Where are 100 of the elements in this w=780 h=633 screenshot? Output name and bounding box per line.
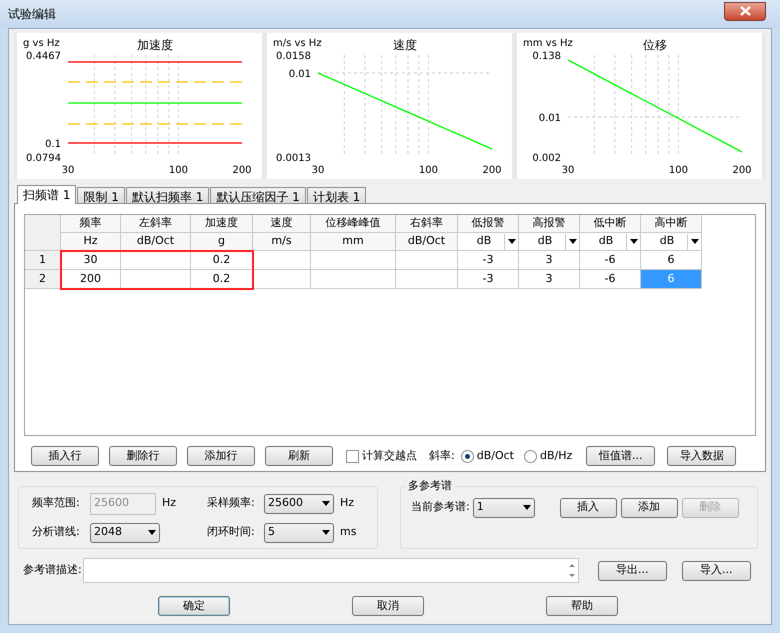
row-header[interactable]: 2 xyxy=(25,270,61,289)
unit-dropdown[interactable]: dB xyxy=(519,233,580,251)
close-button[interactable] xyxy=(724,2,766,20)
tick-label: 200 xyxy=(732,165,752,176)
tab[interactable]: 默认压缩因子 1 xyxy=(210,187,306,203)
button[interactable]: 导出... xyxy=(598,560,667,580)
caret-icon xyxy=(690,239,698,244)
dropdown[interactable]: 2048 xyxy=(90,522,160,542)
button[interactable]: 取消 xyxy=(352,596,424,616)
table-cell[interactable]: -3 xyxy=(458,251,519,270)
table-cell[interactable]: 6 xyxy=(641,251,702,270)
field-label: 分析谱线: xyxy=(32,524,81,540)
tab[interactable]: 计划表 1 xyxy=(306,187,366,203)
unit-dropdown[interactable]: dB xyxy=(580,233,641,251)
dropdown[interactable]: 1 xyxy=(472,498,535,518)
button[interactable]: 导入数据 xyxy=(667,446,736,466)
button[interactable]: 插入 xyxy=(560,498,617,518)
column-header: 低报警 xyxy=(458,215,519,233)
table-cell[interactable]: -3 xyxy=(458,270,519,289)
unit-label: dB/Oct xyxy=(121,233,191,251)
tick-label: 0.01 xyxy=(538,113,561,124)
checkbox-label: 计算交越点 xyxy=(362,448,417,464)
tab[interactable]: 限制 1 xyxy=(77,187,125,203)
tick-label: 100 xyxy=(168,165,188,176)
table-cell[interactable] xyxy=(253,270,311,289)
dropdown[interactable]: 5 xyxy=(264,522,334,542)
radio-label: dB/Hz xyxy=(540,448,572,464)
unit-label: dB/Oct xyxy=(396,233,458,251)
field-label: 频率范围: xyxy=(32,495,81,512)
table-cell[interactable] xyxy=(396,251,458,270)
radio-button[interactable] xyxy=(524,450,537,462)
tab[interactable]: 默认扫频率 1 xyxy=(126,187,210,203)
unit-dropdown[interactable]: dB xyxy=(641,233,702,251)
table-cell[interactable]: -6 xyxy=(580,270,641,289)
dropdown[interactable]: 25600 xyxy=(264,494,334,514)
slope-label: 斜率: xyxy=(429,448,455,464)
unit-label: g vs Hz xyxy=(23,38,60,49)
column-header: 高报警 xyxy=(519,215,580,233)
description-field[interactable] xyxy=(82,558,579,583)
unit-dropdown[interactable]: dB xyxy=(458,233,519,251)
field-label: 闭环时间: xyxy=(207,524,256,540)
table-cell[interactable]: -6 xyxy=(580,251,641,270)
table-cell[interactable]: 3 xyxy=(519,270,580,289)
chart-title: 位移 xyxy=(643,38,667,52)
unit-label: Hz xyxy=(162,495,176,512)
field-label: 当前参考谱: xyxy=(411,499,470,516)
unit-label: mm vs Hz xyxy=(523,38,573,49)
unit-value: dB xyxy=(598,233,614,250)
column-header: 加速度 xyxy=(191,215,253,233)
tick-label: 0.0794 xyxy=(26,153,61,164)
caret-icon xyxy=(322,501,330,506)
close-icon xyxy=(740,6,750,16)
unit-value: dB xyxy=(658,233,676,250)
button[interactable]: 导入... xyxy=(682,560,751,580)
radio-label: dB/Oct xyxy=(476,448,514,464)
unit-value: dB xyxy=(536,233,554,250)
unit-label: Hz xyxy=(61,233,121,251)
column-header: 速度 xyxy=(253,215,311,233)
caret-icon xyxy=(630,239,638,244)
caret-icon xyxy=(508,239,516,244)
table-cell[interactable] xyxy=(311,251,396,270)
corner-cell xyxy=(25,215,61,251)
row-header[interactable]: 1 xyxy=(25,251,61,270)
tick-label: 30 xyxy=(312,165,324,176)
button[interactable]: 添加行 xyxy=(187,446,255,466)
caret-icon xyxy=(568,239,576,244)
column-header: 频率 xyxy=(61,215,121,233)
button[interactable]: 帮助 xyxy=(546,596,618,616)
dropdown-value: 5 xyxy=(268,524,275,540)
button[interactable]: 恒值谱... xyxy=(586,446,656,466)
table-cell[interactable]: 30 xyxy=(61,251,121,270)
button[interactable]: 删除行 xyxy=(109,446,177,466)
field-label: 参考谱描述: xyxy=(23,562,82,578)
unit-label: Hz xyxy=(340,495,354,512)
button[interactable]: 刷新 xyxy=(265,446,333,466)
tick-label: 200 xyxy=(482,165,502,176)
tick-label: 0.0158 xyxy=(276,51,311,62)
caret-icon xyxy=(148,530,156,535)
table-cell[interactable] xyxy=(121,251,191,270)
table-cell[interactable]: 3 xyxy=(519,251,580,270)
tick-label: 0.4467 xyxy=(26,51,61,62)
button[interactable]: 添加 xyxy=(620,498,678,518)
button[interactable]: 插入行 xyxy=(31,446,99,466)
tick-label: 0.1 xyxy=(45,139,61,150)
tick-label: 0.138 xyxy=(532,51,561,62)
tick-label: 0.002 xyxy=(532,153,561,164)
tab[interactable]: 扫频谱 1 xyxy=(17,185,76,204)
caret-icon xyxy=(522,505,531,510)
column-header: 左斜率 xyxy=(121,215,191,233)
column-header: 位移峰峰值 xyxy=(311,215,396,233)
table-cell[interactable] xyxy=(396,270,458,289)
tick-label: 0.0013 xyxy=(276,153,311,164)
dropdown-value: 2048 xyxy=(94,524,122,540)
radio-button[interactable] xyxy=(460,450,474,462)
table-cell[interactable] xyxy=(311,270,396,289)
column-header: 右斜率 xyxy=(396,215,458,233)
checkbox[interactable] xyxy=(346,450,359,462)
button[interactable]: 确定 xyxy=(158,596,230,616)
tick-label: 30 xyxy=(562,165,574,176)
table-cell[interactable] xyxy=(253,251,311,270)
